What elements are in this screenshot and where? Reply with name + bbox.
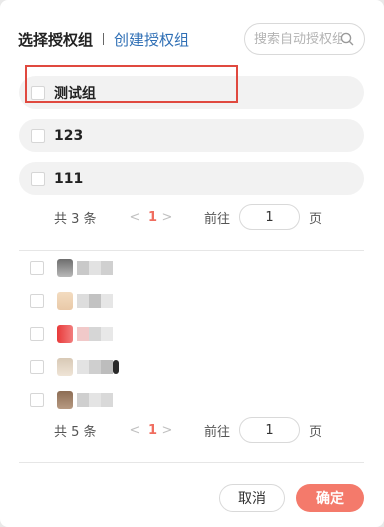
prev-page-icon[interactable]: < — [122, 423, 148, 438]
group-checkbox[interactable] — [31, 171, 45, 186]
group-checkbox[interactable] — [31, 85, 45, 100]
group-total-count: 共 3 条 — [54, 211, 97, 227]
group-item-label: 123 — [54, 127, 84, 144]
member-item[interactable] — [30, 258, 113, 278]
prev-page-icon[interactable]: < — [122, 210, 148, 225]
avatar — [57, 292, 73, 310]
footer-divider — [19, 462, 364, 463]
member-checkbox[interactable] — [30, 294, 44, 308]
goto-label: 前往 — [204, 424, 231, 440]
dialog-header: 选择授权组 创建授权组 — [18, 24, 189, 54]
next-page-icon[interactable]: > — [154, 423, 180, 438]
group-item-label: 111 — [54, 170, 84, 187]
page-unit-label: 页 — [309, 211, 323, 227]
member-total-count: 共 5 条 — [54, 424, 97, 440]
member-name-blurred — [77, 360, 119, 374]
create-group-link[interactable]: 创建授权组 — [114, 29, 189, 50]
next-page-icon[interactable]: > — [154, 210, 180, 225]
group-item[interactable]: 111 — [19, 162, 364, 195]
member-name-blurred — [77, 294, 113, 308]
group-item[interactable]: 测试组 — [19, 76, 364, 109]
search-icon[interactable] — [340, 32, 354, 46]
goto-label: 前往 — [204, 211, 231, 227]
group-search-input[interactable] — [254, 31, 342, 47]
page-unit-label: 页 — [309, 424, 323, 440]
goto-page-input[interactable] — [239, 204, 301, 230]
member-name-blurred — [77, 327, 113, 341]
member-name-blurred — [77, 393, 113, 407]
group-item[interactable]: 123 — [19, 119, 364, 152]
group-checkbox[interactable] — [31, 128, 45, 143]
member-checkbox[interactable] — [30, 393, 44, 407]
cancel-button[interactable]: 取消 — [219, 484, 285, 512]
member-checkbox[interactable] — [30, 261, 44, 275]
member-pagination: 共 5 条 < 1 > 前往 页 — [54, 417, 323, 443]
avatar — [57, 391, 73, 409]
member-name-blurred — [77, 261, 113, 275]
confirm-button[interactable]: 确定 — [296, 484, 364, 512]
group-search-box — [244, 23, 365, 55]
member-item[interactable] — [30, 357, 119, 377]
member-checkbox[interactable] — [30, 360, 44, 374]
avatar — [57, 259, 73, 277]
dialog-title: 选择授权组 — [18, 30, 94, 49]
member-item[interactable] — [30, 390, 113, 410]
member-checkbox[interactable] — [30, 327, 44, 341]
goto-page-input[interactable] — [239, 417, 301, 443]
member-item[interactable] — [30, 324, 113, 344]
header-divider — [103, 33, 105, 45]
group-pagination: 共 3 条 < 1 > 前往 页 — [54, 204, 323, 230]
section-divider — [19, 250, 364, 251]
member-item[interactable] — [30, 291, 113, 311]
avatar — [57, 358, 73, 376]
authorization-group-dialog: 选择授权组 创建授权组 测试组 123 111 共 3 条 < 1 > 前往 页 — [0, 0, 384, 527]
group-item-label: 测试组 — [54, 85, 96, 102]
avatar — [57, 325, 73, 343]
